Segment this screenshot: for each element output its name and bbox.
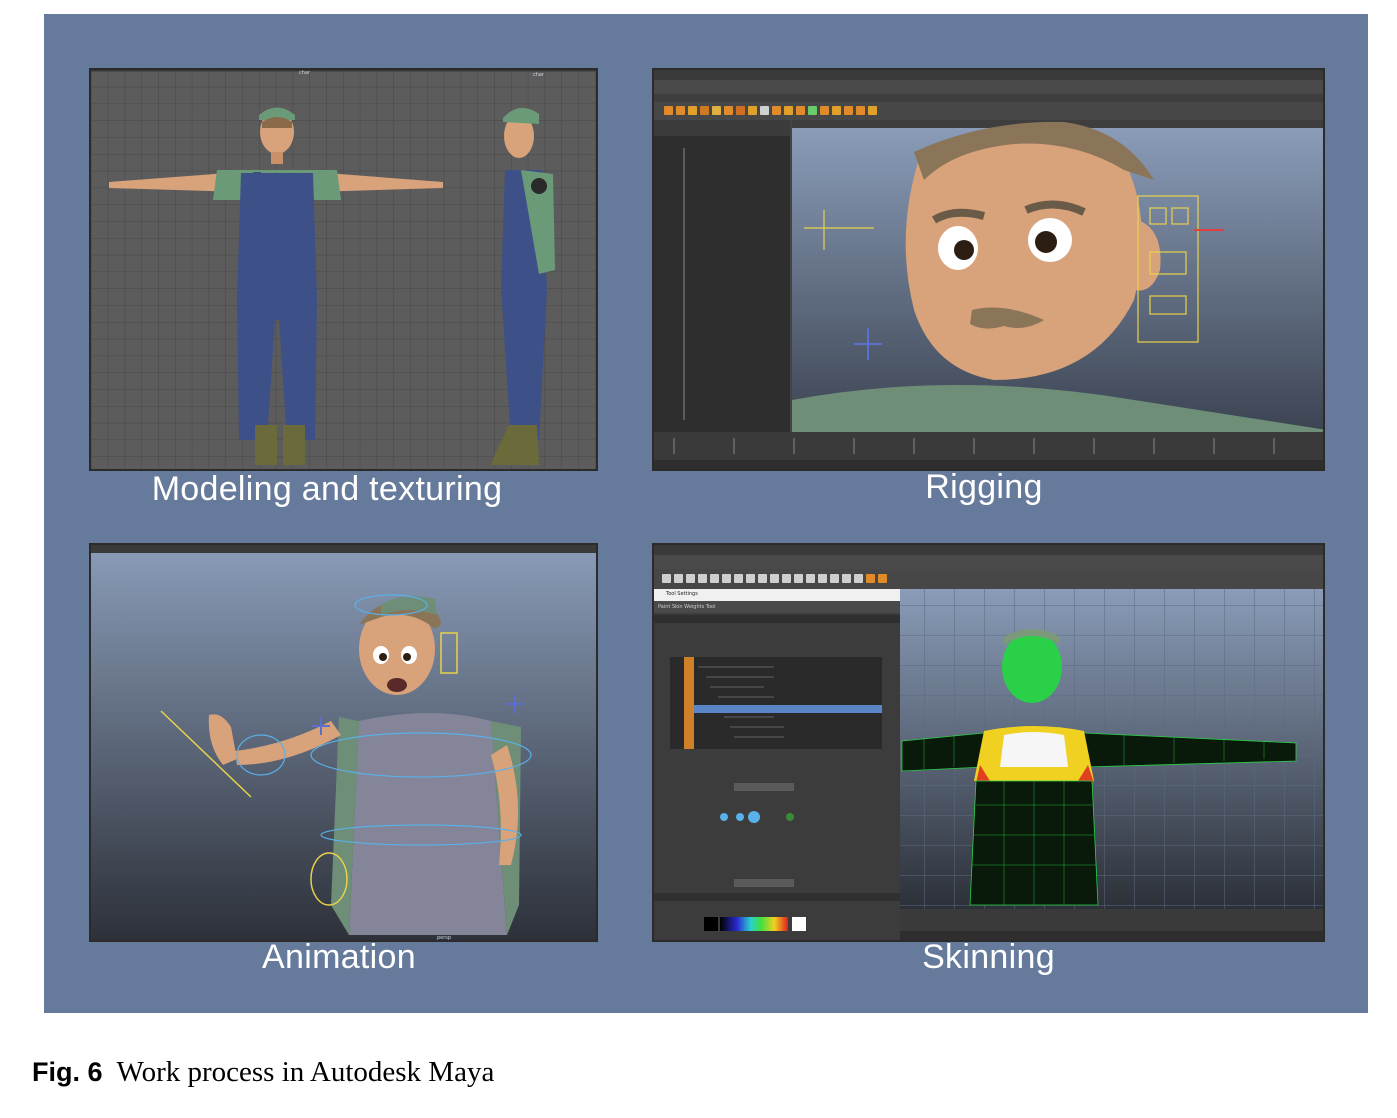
modeling-screenshot: char char: [89, 68, 598, 471]
shelf-icons: [662, 574, 887, 583]
shelf-icons: [664, 106, 877, 115]
animation-screenshot: persp: [89, 543, 598, 942]
caption-modeling: Modeling and texturing: [151, 470, 503, 508]
caption-skinning: Skinning: [922, 938, 1055, 976]
figure-label: Fig. 6: [32, 1057, 103, 1087]
viewport-label-side: char: [533, 72, 545, 78]
tool-settings-title: Tool Settings: [666, 591, 698, 597]
figure-caption: Fig. 6 Work process in Autodesk Maya: [32, 1056, 494, 1089]
viewport-label-front: char: [299, 70, 311, 76]
tool-name: Paint Skin Weights Tool: [658, 604, 716, 610]
skinning-screenshot: Tool Settings Paint Skin Weights Tool: [652, 543, 1325, 942]
caption-animation: Animation: [262, 938, 416, 976]
caption-rigging: Rigging: [925, 468, 1043, 506]
figure-caption-text: Work process in Autodesk Maya: [116, 1056, 495, 1088]
rigging-screenshot: [652, 68, 1325, 471]
